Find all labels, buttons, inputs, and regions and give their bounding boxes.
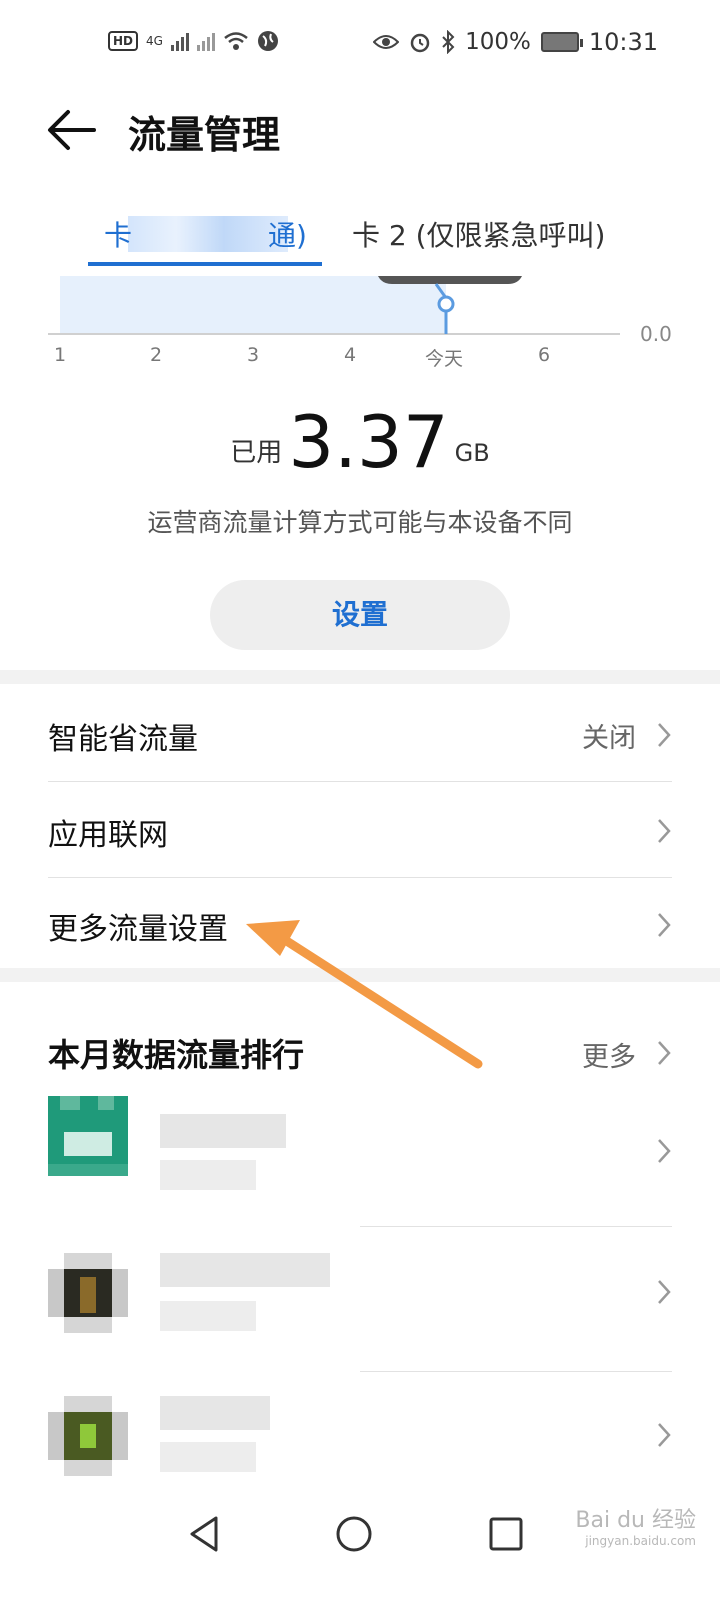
nav-recents-icon[interactable] (486, 1514, 526, 1554)
nav-home-icon[interactable] (334, 1514, 374, 1554)
system-nav-bar: Bai du 经验 jingyan.baidu.com (0, 1490, 720, 1600)
watermark-url: jingyan.baidu.com (585, 1534, 696, 1548)
watermark-logo: Bai du 经验 jingyan.baidu.com (575, 1502, 696, 1548)
nav-back-icon[interactable] (186, 1514, 226, 1554)
watermark-brand: Bai du 经验 (575, 1508, 696, 1533)
annotation-arrow-icon (246, 920, 483, 1069)
